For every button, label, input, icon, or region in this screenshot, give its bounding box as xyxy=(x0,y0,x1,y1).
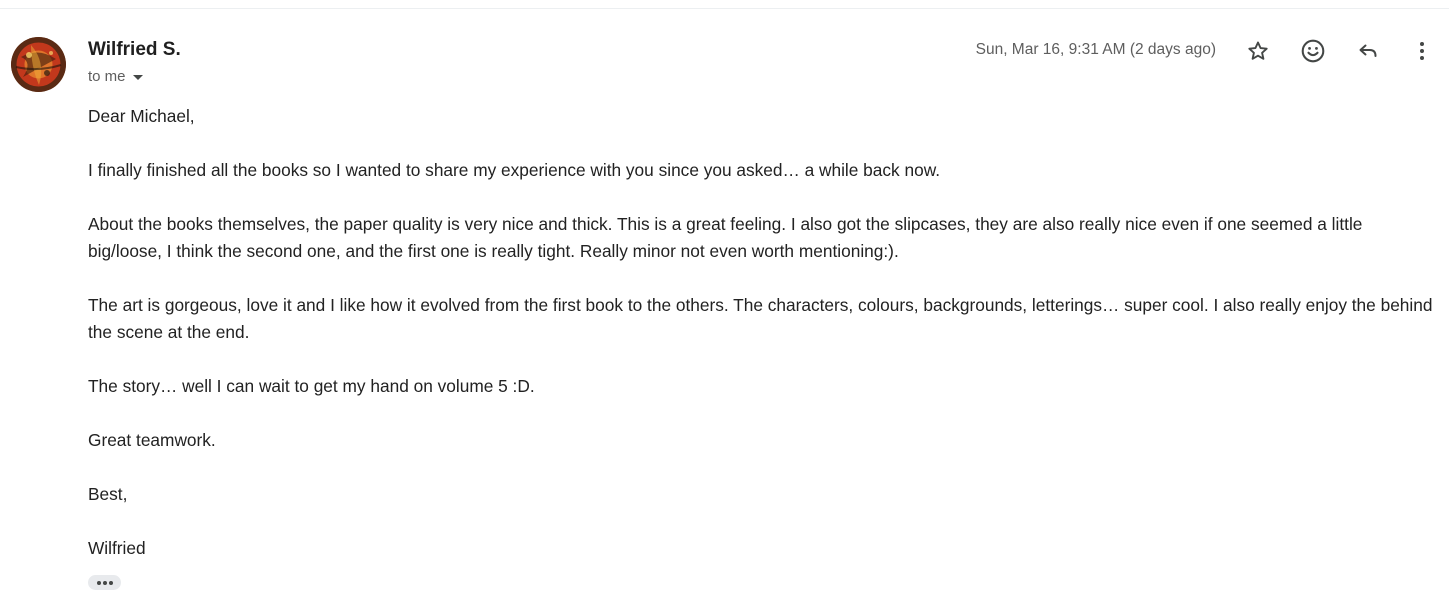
star-outline-icon xyxy=(1248,41,1268,60)
message-body: Dear Michael, I finally finished all the… xyxy=(88,103,1433,589)
more-options-button[interactable] xyxy=(1407,36,1437,66)
ellipsis-icon xyxy=(96,580,101,585)
top-divider xyxy=(0,8,1449,9)
reply-arrow-icon xyxy=(1359,44,1377,57)
smiley-face-icon xyxy=(1301,39,1325,63)
body-paragraph: Great teamwork. xyxy=(88,430,216,450)
body-paragraph: Wilfried xyxy=(88,538,146,558)
body-paragraph: About the books themselves, the paper qu… xyxy=(88,214,1363,261)
show-trimmed-content-button[interactable] xyxy=(88,575,121,590)
caret-down-icon[interactable] xyxy=(132,75,143,80)
body-paragraph: I finally finished all the books so I wa… xyxy=(88,160,941,180)
body-paragraph: Dear Michael, xyxy=(88,106,195,126)
vertical-dots-icon xyxy=(1420,42,1424,60)
recipient-label: to me xyxy=(88,68,126,85)
body-paragraph: Best, xyxy=(88,484,128,504)
message-timestamp: Sun, Mar 16, 9:31 AM (2 days ago) xyxy=(975,41,1216,58)
body-paragraph: The story… well I can wait to get my han… xyxy=(88,376,535,396)
recipient-details-toggle[interactable]: to me xyxy=(88,68,143,85)
sender-avatar[interactable] xyxy=(11,37,66,92)
sender-name[interactable]: Wilfried S. xyxy=(88,39,181,61)
star-button[interactable] xyxy=(1243,36,1273,66)
body-paragraph: The art is gorgeous, love it and I like … xyxy=(88,295,1433,342)
add-reaction-button[interactable] xyxy=(1298,36,1328,66)
reply-button[interactable] xyxy=(1353,36,1383,66)
